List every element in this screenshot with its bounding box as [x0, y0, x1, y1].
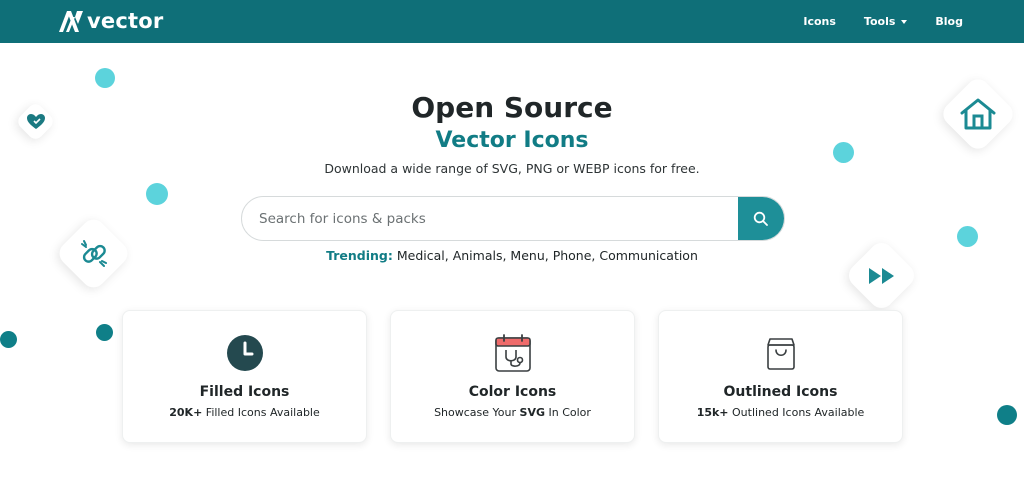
card-description: 20K+ Filled Icons Available	[123, 406, 366, 419]
hero-description: Download a wide range of SVG, PNG or WEB…	[324, 161, 700, 176]
card-count: 15k+	[696, 406, 729, 419]
search-input[interactable]	[242, 197, 740, 240]
trending-row: Trending: Medical, Animals, Menu, Phone,…	[0, 248, 1024, 263]
hero-subtitle: Vector Icons	[435, 128, 589, 153]
card-title: Filled Icons	[199, 384, 290, 400]
clock-icon	[225, 333, 265, 373]
caret-down-icon	[901, 19, 908, 24]
logo-icon	[59, 11, 83, 32]
card-desc-text: Showcase Your	[434, 406, 520, 419]
search-icon	[753, 211, 768, 226]
card-desc-text: Filled Icons Available	[202, 406, 320, 419]
page: vector Icons Tools Blog Open Source Vect…	[0, 0, 1024, 504]
nav-item-tools-label: Tools	[863, 15, 896, 28]
logo-text: vector	[87, 9, 164, 33]
card-description: 15k+ Outlined Icons Available	[659, 406, 902, 419]
trending-links[interactable]: Medical, Animals, Menu, Phone, Communica…	[397, 248, 698, 263]
card-desc-text: In Color	[544, 406, 591, 419]
card-description: Showcase Your SVG In Color	[391, 406, 634, 419]
nav-item-blog[interactable]: Blog	[935, 15, 963, 28]
calendar-stethoscope-icon	[493, 333, 533, 373]
shopping-bag-icon	[761, 333, 801, 373]
search-button[interactable]	[738, 197, 784, 240]
card-desc-text: Outlined Icons Available	[728, 406, 865, 419]
card-title: Outlined Icons	[723, 384, 838, 400]
card-filled-icons[interactable]: Filled Icons 20K+ Filled Icons Available	[122, 310, 367, 443]
decor-dot	[0, 331, 17, 348]
hero-title: Open Source	[411, 91, 613, 124]
decor-dot	[997, 405, 1017, 425]
nav-item-tools[interactable]: Tools	[863, 15, 908, 28]
logo[interactable]: vector	[57, 8, 163, 34]
search-bar	[241, 196, 785, 241]
top-navbar: vector Icons Tools Blog	[0, 0, 1024, 43]
nav-item-icons[interactable]: Icons	[803, 15, 836, 28]
card-color-icons[interactable]: Color Icons Showcase Your SVG In Color	[390, 310, 635, 443]
main-nav: Icons Tools Blog	[803, 0, 963, 43]
trending-label: Trending:	[326, 248, 393, 263]
decor-dot	[96, 324, 113, 341]
card-title: Color Icons	[468, 384, 557, 400]
decor-dot	[957, 226, 978, 247]
card-count: 20K+	[169, 406, 203, 419]
card-emphasis: SVG	[519, 406, 545, 419]
card-outlined-icons[interactable]: Outlined Icons 15k+ Outlined Icons Avail…	[658, 310, 903, 443]
decor-dot	[95, 68, 115, 88]
decor-dot	[146, 183, 168, 205]
